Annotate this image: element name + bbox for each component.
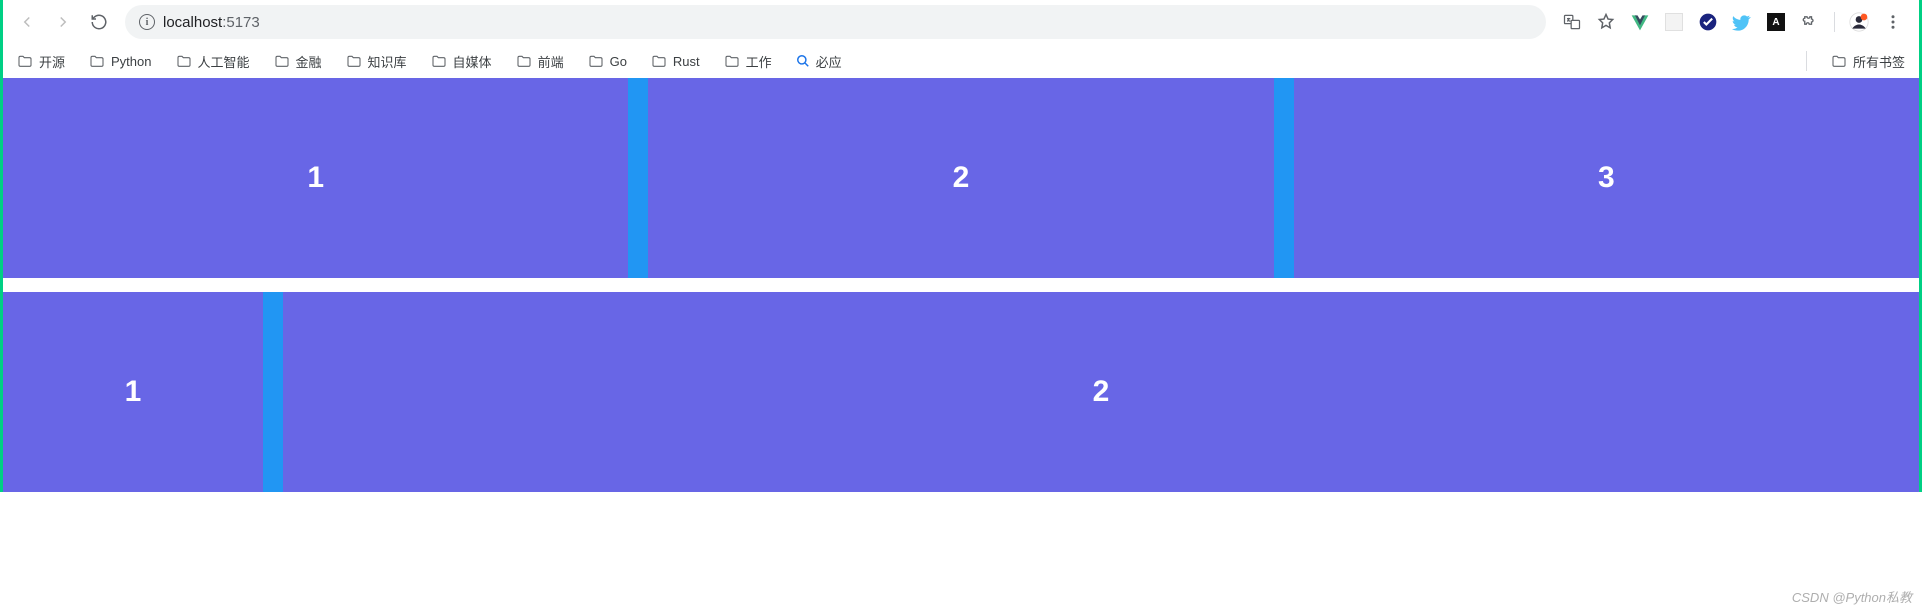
bookmark-folder[interactable]: Rust (651, 54, 700, 69)
back-button[interactable] (13, 8, 41, 36)
ext-icon-1[interactable] (1664, 12, 1684, 32)
bookmarks-bar: 开源 Python 人工智能 金融 知识库 自媒体 前端 Go Rust 工作 … (3, 44, 1919, 78)
separator (1834, 12, 1835, 32)
grid-cell: 2 (283, 292, 1919, 492)
bookmark-folder[interactable]: 金融 (274, 52, 322, 71)
site-info-icon[interactable]: i (139, 14, 155, 30)
bookmark-folder[interactable]: 开源 (17, 52, 65, 71)
bookmark-search[interactable]: 必应 (796, 52, 842, 71)
url-text: localhost:5173 (163, 14, 260, 31)
grid-row-1: 1 2 3 (3, 78, 1919, 278)
bookmark-folder[interactable]: 自媒体 (431, 52, 492, 71)
vue-extension-icon[interactable] (1630, 12, 1650, 32)
browser-toolbar: i localhost:5173 A (3, 0, 1919, 44)
grid-cell: 1 (3, 78, 628, 278)
all-bookmarks[interactable]: 所有书签 (1831, 52, 1905, 71)
menu-icon[interactable] (1883, 12, 1903, 32)
ext-icon-bird[interactable] (1732, 12, 1752, 32)
bookmark-folder[interactable]: Python (89, 54, 151, 69)
grid-gap (263, 292, 283, 492)
star-icon[interactable] (1596, 12, 1616, 32)
watermark: CSDN @Python私教 (1792, 587, 1912, 606)
grid-cell: 1 (3, 292, 263, 492)
grid-cell: 2 (648, 78, 1273, 278)
bookmark-folder[interactable]: 知识库 (346, 52, 407, 71)
grid-gap (1274, 78, 1294, 278)
bookmark-folder[interactable]: 工作 (724, 52, 772, 71)
separator (1806, 51, 1807, 71)
bookmark-folder[interactable]: 前端 (516, 52, 564, 71)
forward-button[interactable] (49, 8, 77, 36)
address-bar[interactable]: i localhost:5173 (125, 5, 1546, 39)
bookmark-folder[interactable]: 人工智能 (176, 52, 250, 71)
grid-gap (628, 78, 648, 278)
ext-icon-dark[interactable]: A (1766, 12, 1786, 32)
grid-cell: 3 (1294, 78, 1919, 278)
profile-avatar[interactable] (1849, 12, 1869, 32)
translate-icon[interactable] (1562, 12, 1582, 32)
grid-row-2: 1 2 (3, 292, 1919, 492)
bookmark-folder[interactable]: Go (588, 54, 627, 69)
extensions-icon[interactable] (1800, 12, 1820, 32)
page-content: 1 2 3 1 2 (3, 78, 1919, 492)
toolbar-right: A (1562, 12, 1909, 32)
reload-button[interactable] (85, 8, 113, 36)
ext-icon-check[interactable] (1698, 12, 1718, 32)
